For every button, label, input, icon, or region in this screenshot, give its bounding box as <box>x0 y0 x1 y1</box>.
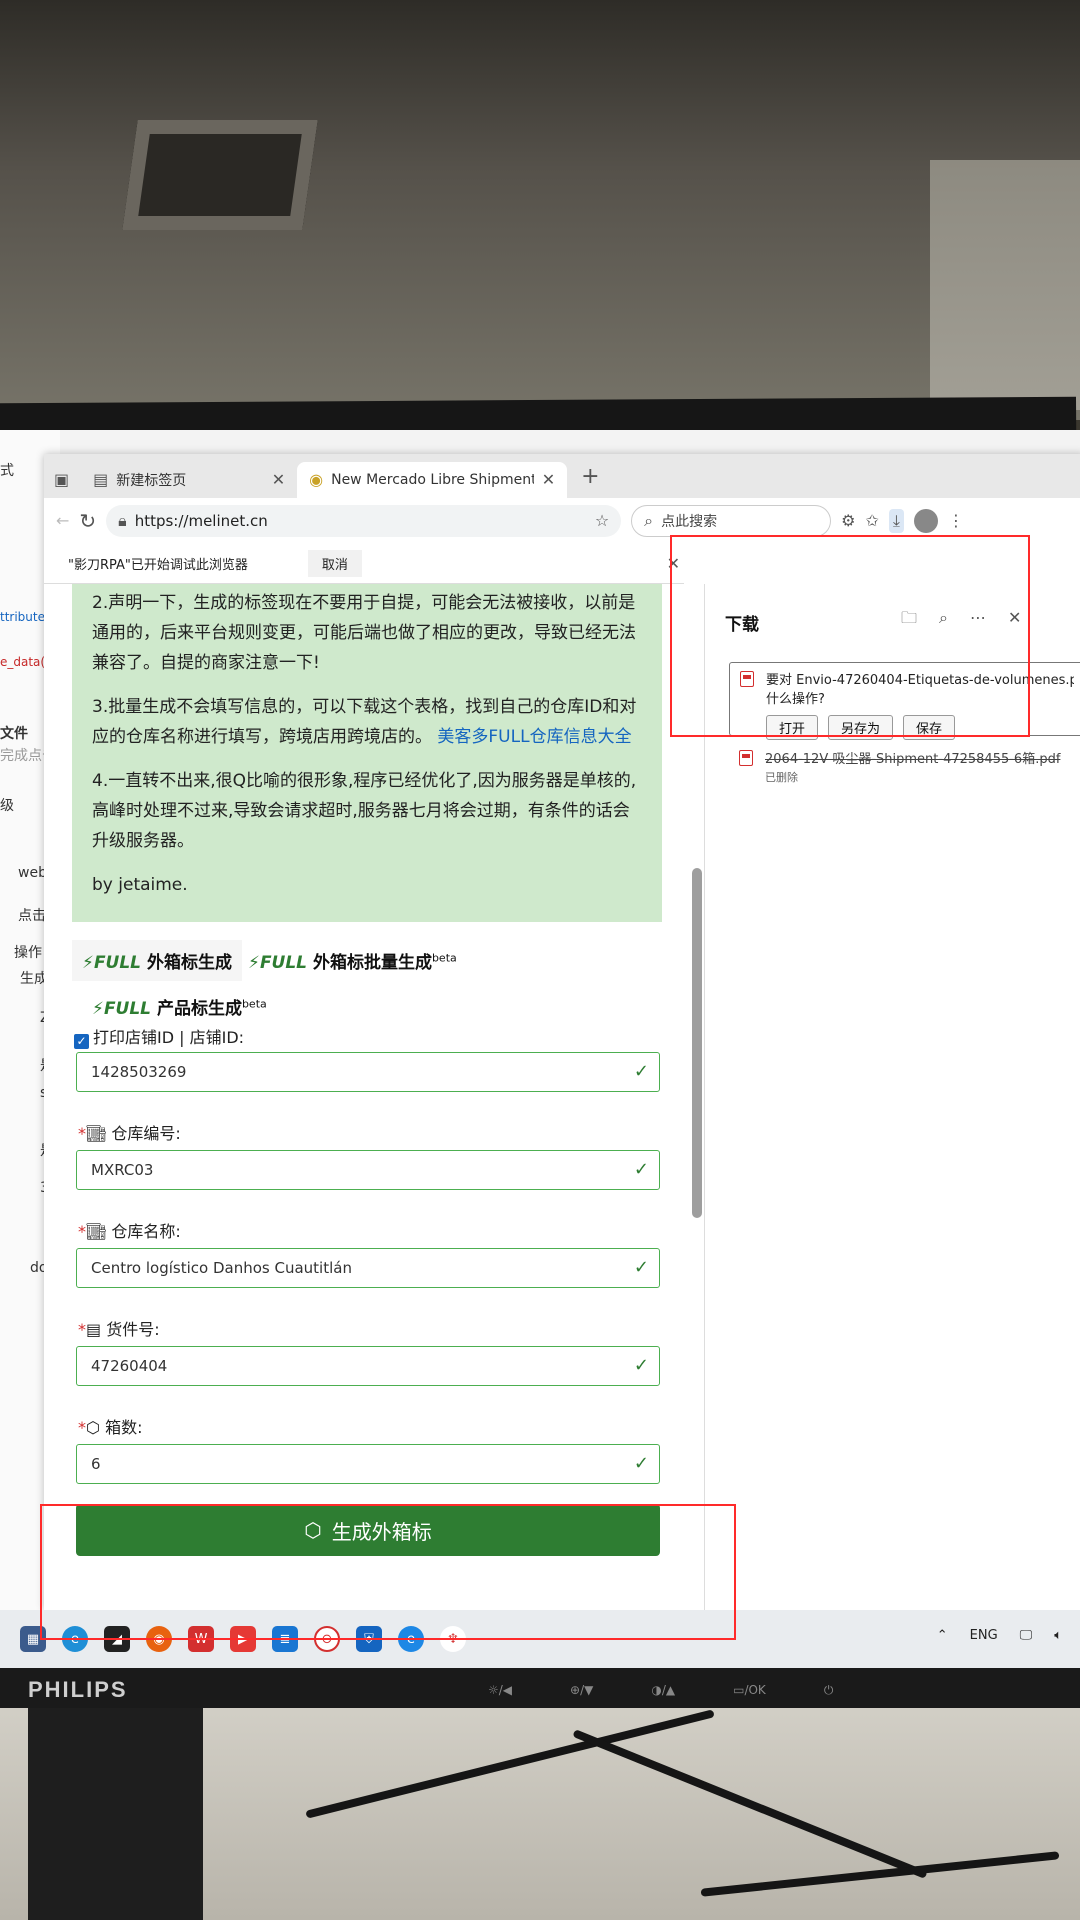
debug-infobar: "影刀RPA"已开始调试此浏览器 取消 ✕ <box>44 544 684 584</box>
close-icon[interactable]: ✕ <box>272 472 285 488</box>
pdf-file-icon <box>739 750 753 766</box>
page-content: 2.声明一下，生成的标签现在不要用于自提，可能会无法被接收，以前是通用的，后来平… <box>44 584 684 1610</box>
download-status: 已删除 <box>765 771 798 784</box>
monitor-control[interactable]: ▭/OK <box>733 1683 766 1698</box>
tab-outer-label[interactable]: ⚡FULL 外箱标生成 <box>72 940 242 983</box>
tab-product-label[interactable]: ⚡FULL 产品标生成beta <box>92 994 267 1019</box>
warehouse-name-field[interactable]: Centro logístico Danhos Cuautitlán ✓ <box>76 1248 660 1288</box>
valid-check-icon: ✓ <box>633 1453 649 1474</box>
close-icon[interactable]: ✕ <box>542 472 555 488</box>
bg-fragment: e_data( <box>0 655 46 669</box>
valid-check-icon: ✓ <box>633 1355 649 1376</box>
box-count-field[interactable]: 6 ✓ <box>76 1444 660 1484</box>
warehouse-code-label: *🏬︎ 仓库编号: <box>78 1124 181 1143</box>
bg-fragment: 级 <box>0 798 14 814</box>
volume-icon[interactable]: 🔈︎ <box>1054 1628 1062 1643</box>
avatar[interactable] <box>914 509 938 533</box>
system-tray: ⌃ ENG 🖵 🔈︎ <box>937 1628 1062 1643</box>
monitor-control[interactable]: ⏻ <box>824 1683 834 1698</box>
downloads-icon[interactable]: ⤓ <box>888 509 904 533</box>
language-indicator[interactable]: ENG <box>970 1628 998 1643</box>
notice-item: 2.声明一下，生成的标签现在不要用于自提，可能会无法被接收，以前是通用的，后来平… <box>92 593 636 673</box>
search-input[interactable]: ⌕ 点此搜索 <box>631 505 832 537</box>
monitor-controls: ☼/◀ ⊕/▼ ◑/▲ ▭/OK ⏻ <box>488 1683 833 1698</box>
document-icon: ▤ <box>86 1320 102 1339</box>
search-icon: ⌕ <box>644 511 654 530</box>
chevron-up-icon[interactable]: ⌃ <box>937 1628 948 1643</box>
tab-label: New Mercado Libre Shipment & Product Lab… <box>331 472 534 488</box>
monitor-control[interactable]: ⊕/▼ <box>570 1683 593 1698</box>
network-icon[interactable]: 🖵 <box>1020 1628 1033 1643</box>
monitor-control[interactable]: ◑/▲ <box>651 1683 675 1698</box>
valid-check-icon: ✓ <box>633 1061 649 1082</box>
bolt-icon: ⚡ <box>248 953 260 973</box>
back-icon[interactable]: ← <box>56 513 69 529</box>
shipment-number-label: *▤ 货件号: <box>78 1320 160 1339</box>
box-count-label: *⬡ 箱数: <box>78 1418 143 1437</box>
notice-item: 4.一直转不出来,很Q比喻的很形象,程序已经优化了,因为服务器是单核的,高峰时处… <box>92 771 637 851</box>
ceiling-vent <box>122 120 318 230</box>
annotation-box-generate <box>40 1504 736 1640</box>
workspace-icon[interactable]: ▣ <box>54 472 69 488</box>
bg-fragment: 式 <box>0 463 14 479</box>
bg-fragment: 点击 <box>18 908 46 924</box>
download-filename: 2064-12V 吸尘器-Shipment-47258455-6箱.pdf <box>765 752 1061 767</box>
warehouse-icon: 🏬︎ <box>86 1222 107 1241</box>
download-item-deleted[interactable]: 2064-12V 吸尘器-Shipment-47258455-6箱.pdf 已删… <box>729 748 1080 785</box>
bg-fragment: 文件 <box>0 726 28 742</box>
valid-check-icon: ✓ <box>633 1257 649 1278</box>
tab-label: 新建标签页 <box>116 473 187 489</box>
page-icon: ▤ <box>93 470 109 489</box>
tab-mercado-libre[interactable]: ◉ New Mercado Libre Shipment & Product L… <box>297 462 568 498</box>
bolt-icon: ⚡ <box>92 999 104 1019</box>
cancel-button[interactable]: 取消 <box>307 550 362 577</box>
tab-new-tab[interactable]: ▤ 新建标签页 ✕ <box>81 462 297 498</box>
tab-strip: ▣ ▤ 新建标签页 ✕ ◉ New Mercado Libre Shipment… <box>44 454 1080 498</box>
bg-fragment: ttribute <box>0 610 45 624</box>
site-favicon-icon: ◉ <box>309 470 324 489</box>
bolt-icon: ⚡ <box>82 953 94 973</box>
warehouse-code-field[interactable]: MXRC03 ✓ <box>76 1150 660 1190</box>
valid-check-icon: ✓ <box>633 1159 649 1180</box>
annotation-box-downloads <box>670 535 1030 737</box>
warehouse-name-label: *🏬︎ 仓库名称: <box>78 1222 181 1241</box>
infobar-text: "影刀RPA"已开始调试此浏览器 <box>68 558 248 573</box>
box-icon: ⬡ <box>86 1418 100 1437</box>
new-tab-icon[interactable]: + <box>581 466 599 488</box>
favorites-icon[interactable]: ✩ <box>866 513 879 529</box>
monitor-control[interactable]: ☼/◀ <box>488 1683 512 1698</box>
lock-icon: 🔒︎ <box>118 511 127 530</box>
shipment-number-field[interactable]: 47260404 ✓ <box>76 1346 660 1386</box>
favorite-star-icon[interactable]: ☆ <box>595 513 609 529</box>
bg-fragment: web <box>18 865 47 881</box>
warehouse-info-link[interactable]: 美客多FULL仓库信息大全 <box>437 727 631 747</box>
tab-batch-outer-label[interactable]: ⚡FULL 外箱标批量生成beta <box>248 948 457 973</box>
notice-signature: by jetaime. <box>92 875 188 895</box>
wall-background <box>930 160 1080 410</box>
warehouse-icon: 🏬︎ <box>86 1124 107 1143</box>
address-bar[interactable]: 🔒︎ https://melinet.cn ☆ <box>106 505 622 537</box>
downloads-panel: 下载 🗀 ⌕ ⋯ ✕ 要对 Envio-47260404-Etiquetas-d… <box>704 584 1080 1610</box>
extensions-icon[interactable]: ⚙ <box>841 513 855 529</box>
store-id-label: ✓ 打印店铺ID | 店铺ID: <box>74 1024 244 1049</box>
monitor-stand <box>28 1705 203 1920</box>
notice-item: 3.批量生成不会填写信息的，可以下载这个表格，找到自己的仓库ID和对应的仓库名称… <box>92 697 637 747</box>
monitor-brand: PHILIPS <box>28 1677 128 1702</box>
url-text: https://melinet.cn <box>134 512 268 530</box>
store-id-field[interactable]: 1428503269 ✓ <box>76 1052 660 1092</box>
reload-icon[interactable]: ↻ <box>79 511 96 531</box>
page-scrollbar[interactable] <box>692 868 702 1218</box>
print-store-id-checkbox[interactable]: ✓ <box>74 1034 89 1049</box>
search-placeholder: 点此搜索 <box>661 514 718 530</box>
more-menu-icon[interactable]: ⋮ <box>948 513 964 529</box>
notice-panel: 2.声明一下，生成的标签现在不要用于自提，可能会无法被接收，以前是通用的，后来平… <box>72 584 662 922</box>
